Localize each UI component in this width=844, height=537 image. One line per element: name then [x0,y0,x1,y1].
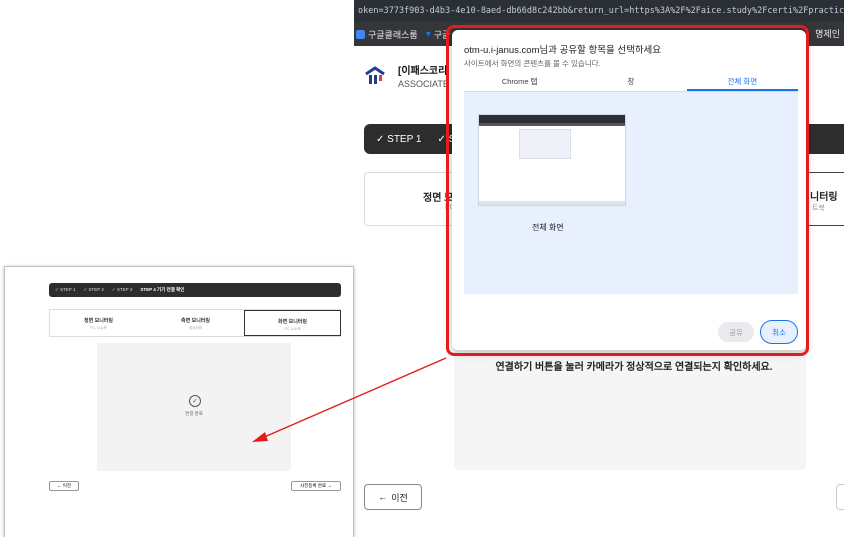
inset-card-front[interactable]: 정면 모니터링 PC, 노트북 [50,310,147,336]
inset-step-bar: ✓ STEP 1 ✓ STEP 2 ✓ STEP 3 STEP 4 기기 연결 … [49,283,341,297]
thumb-window [519,129,571,159]
screenshot-root: oken=3773f903-d4b3-4e10-8aed-db66d8c242b… [0,0,844,537]
card-front-title[interactable]: 정면 모 [423,189,453,204]
classroom-icon [356,29,365,39]
card-screen-sub: 트북 [812,205,825,212]
inset-screenshot: ✓ STEP 1 ✓ STEP 2 ✓ STEP 3 STEP 4 기기 연결 … [4,266,354,537]
screen-thumbnail[interactable] [478,114,626,206]
bookmark-right[interactable]: 명제인 [815,22,840,46]
inset-card-title: 정면 모니터링 [84,318,113,324]
tab-window[interactable]: 창 [575,74,686,91]
inset-preview-area: ✓ 연결 완료 [97,343,291,471]
share-pane: 전체 화면 [464,92,798,294]
inset-step-2: ✓ STEP 2 [83,287,104,292]
share-tabs: Chrome 탭 창 전체 화면 [464,74,798,92]
thumbnail-label: 전체 화면 [532,223,564,232]
inset-step-3: ✓ STEP 3 [111,287,133,292]
site-logo-icon [362,63,388,89]
site-title: [이패스코리 [398,66,448,77]
inset-card-title: 화면 모니터링 [278,319,307,325]
step-1: ✓ STEP 1 [376,133,422,145]
thumb-taskbar [479,201,625,205]
check-circle-icon: ✓ [189,395,201,407]
dialog-subtitle: 사이트에서 화면의 콘텐츠를 볼 수 있습니다. [464,59,601,68]
inset-card-title: 측면 모니터링 [181,318,210,324]
inset-card-sub: PC, 노트북 [90,326,107,330]
inset-card-side[interactable]: 측면 모니터링 휴대전화 [147,310,244,336]
bookmark-star-icon: ▾ [425,28,431,40]
connect-instruction: 연결하기 버튼을 눌러 카메라가 정상적으로 연결되는지 확인하세요. [495,362,773,373]
tab-chrome[interactable]: Chrome 탭 [464,74,575,91]
prev-button-label: 이전 [391,492,408,503]
share-button[interactable]: 공유 [718,322,754,342]
inset-step-4: STEP 4 기기 연결 확인 [140,287,185,292]
inset-card-sub: PC, 노트북 [284,327,301,331]
inset-card-sub: 휴대전화 [189,326,202,330]
inset-step-1: ✓ STEP 1 [55,287,76,292]
thumb-bookmarks [479,123,625,126]
thumb-titlebar [479,115,625,123]
dialog-title: otm-u.i-janus.com님과 공유할 항목을 선택하세요 [464,45,662,56]
inset-cards: 정면 모니터링 PC, 노트북 측면 모니터링 휴대전화 화면 모니터링 PC,… [49,309,341,337]
inset-next-button[interactable]: 사전등록 완료 → [291,481,341,491]
bookmark-label: 구글클래스룸 [368,29,418,40]
inset-done-label: 연결 완료 [185,411,203,416]
bookmark-classroom[interactable]: 구글클래스룸 [356,28,418,41]
cancel-button[interactable]: 취소 [760,320,798,344]
url-bar[interactable]: oken=3773f903-d4b3-4e10-8aed-db66d8c242b… [354,0,844,22]
next-button-partial[interactable] [836,484,844,510]
tab-entire-screen[interactable]: 전체 화면 [686,74,798,91]
card-screen-title: 니터링 [810,192,838,203]
arrow-left-icon: ← [378,492,388,502]
site-subtitle: ASSOCIATE [398,79,449,89]
bookmark-label: 구글 [433,29,451,40]
inset-card-screen[interactable]: 화면 모니터링 PC, 노트북 [244,310,341,336]
prev-button[interactable]: ← 이전 [364,484,422,510]
site-header: [이패스코리 ASSOCIATE [362,62,449,89]
bookmark-google[interactable]: ▾ 구글 [426,28,451,41]
inset-prev-button[interactable]: ← 이전 [49,481,79,491]
screen-share-dialog: otm-u.i-janus.com님과 공유할 항목을 선택하세요 사이트에서 … [452,30,806,350]
